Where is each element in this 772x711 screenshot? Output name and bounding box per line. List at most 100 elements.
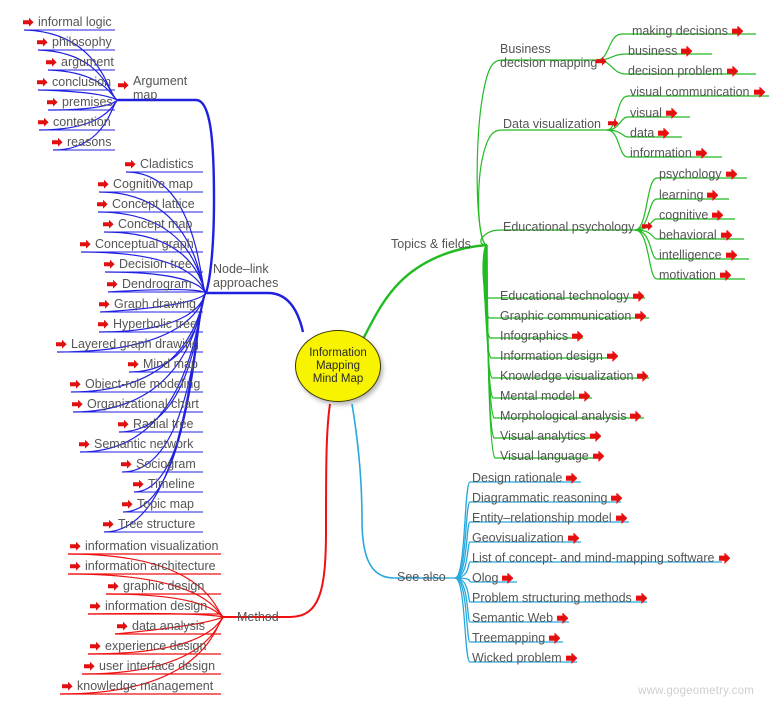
educational-psychology-child-item[interactable]: intelligence [659, 249, 737, 262]
business-decision-mapping-child-label: making decisions [632, 24, 728, 38]
topics-child-item[interactable]: Knowledge visualization [500, 370, 649, 383]
argument-map-child-item[interactable]: premises [47, 96, 113, 109]
topics-child-item[interactable]: Information design [500, 350, 618, 363]
data-visualization-child-item[interactable]: information [630, 147, 707, 160]
educational-psychology-child-item[interactable]: psychology [659, 168, 737, 181]
arrow-icon [107, 279, 118, 290]
node-link-child-item[interactable]: Object-role modeling [70, 378, 200, 391]
see-also-child-item[interactable]: Design rationale [472, 472, 578, 485]
argument-map-child-item[interactable]: philosophy [37, 36, 112, 49]
see-also-child-item[interactable]: Olog [472, 572, 514, 585]
branch-label-data-visualization[interactable]: Data visualization [503, 116, 620, 131]
branch-label-topics-and-fields[interactable]: Topics & fields [391, 237, 471, 251]
node-link-child-item[interactable]: Graph drawing [99, 298, 196, 311]
business-decision-mapping-child-item[interactable]: business [628, 45, 693, 58]
method-child-item[interactable]: information design [90, 600, 207, 613]
business-decision-mapping-child-item[interactable]: making decisions [632, 25, 743, 38]
node-link-child-item[interactable]: Tree structure [103, 518, 195, 531]
argument-map-child-item[interactable]: conclusion [37, 76, 111, 89]
data-visualization-child-item[interactable]: visual [630, 107, 677, 120]
node-link-child-item[interactable]: Concept lattice [97, 198, 195, 211]
arrow-icon [726, 66, 738, 77]
branch-label-argument-map[interactable]: Argument map [118, 74, 187, 102]
argument-map-child-item[interactable]: reasons [52, 136, 111, 149]
method-child-item[interactable]: graphic design [108, 580, 204, 593]
see-also-child-item[interactable]: Problem structuring methods [472, 592, 647, 605]
arrow-icon [611, 493, 623, 504]
educational-psychology-child-item[interactable]: motivation [659, 269, 731, 282]
node-link-child-item[interactable]: Semantic network [79, 438, 193, 451]
method-child-item[interactable]: user interface design [84, 660, 215, 673]
branch-label-educational-psychology[interactable]: Educational psychology [503, 219, 653, 234]
node-link-child-item[interactable]: Mind map [128, 358, 198, 371]
argument-map-child-label: philosophy [52, 35, 112, 49]
topics-child-item[interactable]: Morphological analysis [500, 410, 642, 423]
method-child-label: information design [105, 599, 208, 613]
arrow-icon [557, 613, 569, 624]
method-child-item[interactable]: experience design [90, 640, 206, 653]
see-also-child-item[interactable]: Semantic Web [472, 611, 569, 625]
business-decision-mapping-child-item[interactable]: decision problem [628, 65, 738, 78]
method-child-label: information architecture [85, 559, 216, 573]
educational-psychology-child-item[interactable]: behavioral [659, 229, 732, 242]
method-child-item[interactable]: knowledge management [62, 680, 213, 693]
arrow-icon [121, 459, 132, 470]
arrow-icon [725, 250, 737, 261]
node-link-child-item[interactable]: Cladistics [125, 158, 194, 171]
mind-map-canvas: .b{fill:none;stroke:#2020e0;stroke-width… [0, 0, 772, 711]
educational-psychology-child-label: motivation [659, 268, 716, 282]
topics-child-item[interactable]: Visual analytics [500, 430, 601, 443]
node-link-child-label: Decision tree [119, 257, 192, 271]
branch-label-see-also[interactable]: See also [397, 570, 446, 584]
argument-map-child-item[interactable]: argument [46, 56, 114, 69]
node-link-child-item[interactable]: Radial tree [118, 418, 193, 431]
bdm-line-2: decision mapping [500, 56, 598, 70]
arrow-icon [38, 117, 49, 128]
node-link-child-item[interactable]: Concept map [103, 218, 192, 231]
argument-map-child-item[interactable]: contention [38, 116, 111, 129]
method-child-item[interactable]: data analysis [117, 620, 205, 633]
arrow-icon [108, 581, 119, 592]
see-also-child-item[interactable]: Geovisualization [472, 532, 579, 545]
data-visualization-child-item[interactable]: visual communication [630, 86, 765, 99]
topics-child-label: Visual analytics [500, 429, 586, 443]
branch-label-node-link-approaches[interactable]: Node–link approaches [213, 262, 278, 290]
node-link-child-item[interactable]: Conceptual graph [80, 238, 194, 251]
educational-psychology-child-item[interactable]: cognitive [659, 209, 724, 222]
see-also-child-label: Semantic Web [472, 611, 554, 625]
node-link-child-label: Mind map [143, 357, 198, 371]
branch-label-business-decision-mapping[interactable]: Business decision mapping [500, 42, 607, 70]
topics-child-label: Infographics [500, 329, 569, 343]
node-link-child-item[interactable]: Timeline [133, 478, 195, 491]
see-also-child-item[interactable]: Treemapping [472, 632, 561, 645]
method-child-label: user interface design [99, 659, 216, 673]
topics-child-item[interactable]: Educational technology [500, 290, 645, 303]
arrow-icon [753, 87, 765, 98]
data-visualization-child-item[interactable]: data [630, 127, 670, 140]
argument-map-child-label: contention [53, 115, 111, 129]
see-also-child-item[interactable]: List of concept- and mind-mapping softwa… [472, 552, 730, 565]
topics-child-item[interactable]: Infographics [500, 329, 584, 343]
node-link-child-item[interactable]: Organizational chart [72, 398, 199, 411]
see-also-child-item[interactable]: Wicked problem [472, 652, 577, 665]
educational-psychology-child-item[interactable]: learning [659, 189, 719, 202]
branch-label-method[interactable]: Method [237, 610, 279, 624]
node-link-child-item[interactable]: Layered graph drawing [56, 338, 199, 351]
node-link-child-item[interactable]: Cognitive map [98, 178, 193, 191]
argument-map-child-item[interactable]: informal logic [23, 16, 112, 29]
see-also-child-item[interactable]: Diagrammatic reasoning [472, 492, 623, 505]
center-node[interactable]: Information Mapping Mind Map [295, 330, 381, 402]
method-child-item[interactable]: information architecture [70, 560, 216, 573]
topics-child-item[interactable]: Visual language [500, 450, 604, 463]
method-child-item[interactable]: information visualization [70, 540, 218, 553]
node-link-child-item[interactable]: Hyperbolic tree [98, 318, 197, 331]
educational-psychology-child-label: behavioral [659, 228, 717, 242]
topics-child-item[interactable]: Graphic communication [500, 310, 647, 323]
arrow-icon [635, 593, 647, 604]
topics-child-item[interactable]: Mental model [500, 390, 591, 403]
node-link-child-item[interactable]: Topic map [122, 498, 194, 511]
see-also-child-item[interactable]: Entity–relationship model [472, 512, 627, 525]
node-link-child-item[interactable]: Sociogram [121, 458, 196, 471]
node-link-child-item[interactable]: Decision tree [104, 258, 192, 271]
node-link-child-item[interactable]: Dendrogram [107, 278, 191, 291]
